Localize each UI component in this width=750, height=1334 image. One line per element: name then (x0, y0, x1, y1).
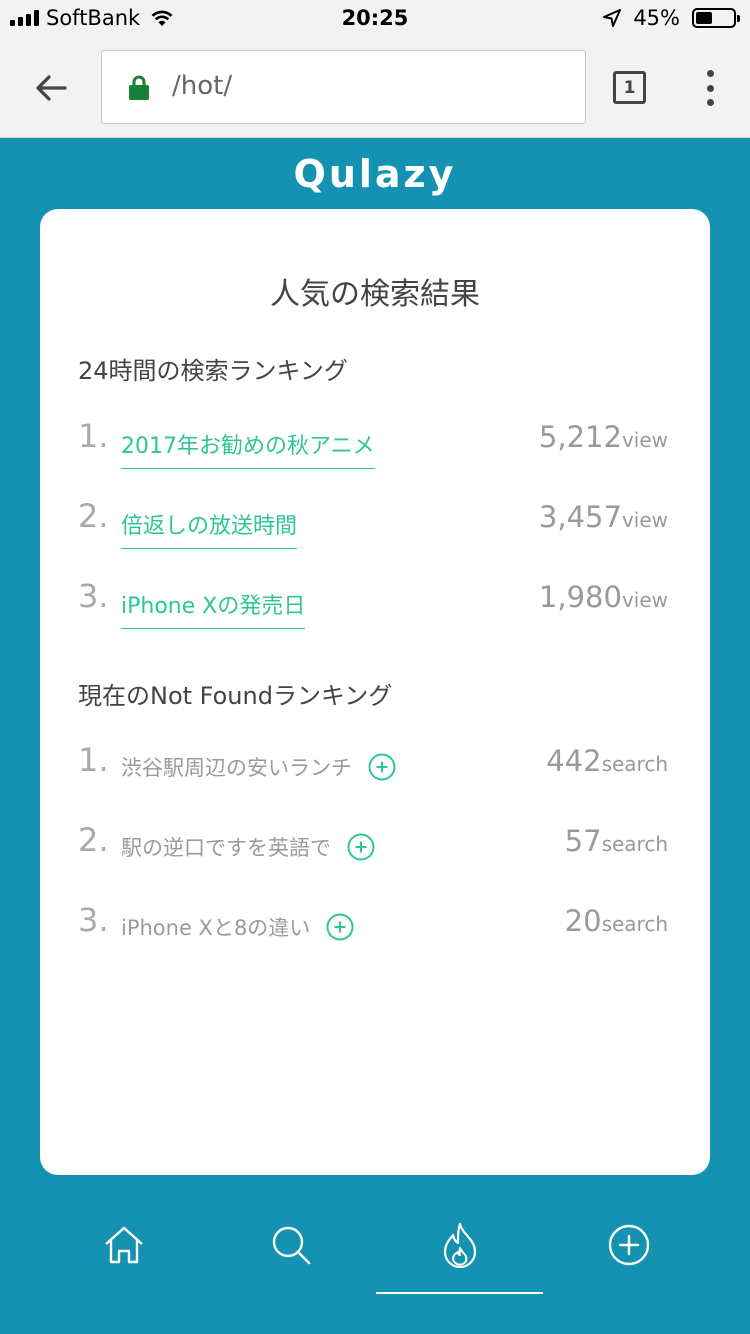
not-found-ranking-item: 2. 駅の逆口ですを英語で 57search (78, 821, 668, 881)
add-answer-icon[interactable] (326, 913, 354, 941)
search-ranking-title: 24時間の検索ランキング (78, 357, 348, 385)
home-icon[interactable] (94, 1215, 154, 1275)
back-arrow-icon (36, 75, 67, 101)
add-answer-icon[interactable] (368, 753, 396, 781)
search-ranking-item: 2. 倍返しの放送時間 3,457view (78, 497, 668, 557)
rank-number: 2. (78, 821, 109, 859)
back-button[interactable] (30, 67, 72, 109)
search-count: 57search (564, 824, 668, 858)
address-bar[interactable]: /hot/ (101, 50, 586, 124)
popular-results-card: 人気の検索結果 24時間の検索ランキング 1. 2017年お勧めの秋アニメ 5,… (40, 209, 710, 1175)
battery-icon (692, 8, 740, 28)
search-ranking-item: 1. 2017年お勧めの秋アニメ 5,212view (78, 417, 668, 477)
search-ranking-item: 3. iPhone Xの発売日 1,980view (78, 577, 668, 637)
app-logo[interactable]: Qulazy (0, 152, 750, 196)
add-answer-icon[interactable] (347, 833, 375, 861)
rank-number: 1. (78, 417, 109, 455)
search-term-link[interactable]: iPhone Xの発売日 (121, 588, 306, 629)
page-title: 人気の検索結果 (270, 277, 480, 312)
search-term-link[interactable]: 2017年お勧めの秋アニメ (121, 428, 375, 469)
search-icon[interactable] (261, 1215, 321, 1275)
not-found-ranking-title: 現在のNot Foundランキング (78, 682, 393, 710)
rank-number: 3. (78, 577, 109, 615)
tabs-icon[interactable]: 1 (613, 71, 646, 104)
search-count: 20search (564, 904, 668, 938)
not-found-ranking-item: 1. 渋谷駅周辺の安いランチ 442search (78, 741, 668, 801)
menu-icon[interactable] (703, 70, 717, 106)
fire-icon[interactable] (430, 1215, 490, 1275)
location-arrow-icon (603, 9, 622, 27)
not-found-term: iPhone Xと8の違い (121, 912, 354, 942)
status-bar: SoftBank 20:25 45% (0, 0, 750, 40)
not-found-term: 渋谷駅周辺の安いランチ (121, 752, 396, 782)
bottom-nav (0, 1195, 750, 1334)
url-text: /hot/ (172, 71, 233, 101)
search-term-link[interactable]: 倍返しの放送時間 (121, 508, 298, 549)
lock-icon (129, 75, 149, 100)
add-icon[interactable] (599, 1215, 659, 1275)
active-tab-indicator (376, 1292, 543, 1294)
rank-number: 3. (78, 901, 109, 939)
view-count: 1,980view (538, 580, 668, 614)
rank-number: 1. (78, 741, 109, 779)
rank-number: 2. (78, 497, 109, 535)
view-count: 5,212view (538, 420, 668, 454)
not-found-term: 駅の逆口ですを英語で (121, 832, 375, 862)
search-count: 442search (546, 744, 668, 778)
view-count: 3,457view (538, 500, 668, 534)
not-found-ranking-item: 3. iPhone Xと8の違い 20search (78, 901, 668, 961)
browser-toolbar: /hot/ 1 (0, 40, 750, 138)
battery-percent: 45% (633, 6, 680, 30)
